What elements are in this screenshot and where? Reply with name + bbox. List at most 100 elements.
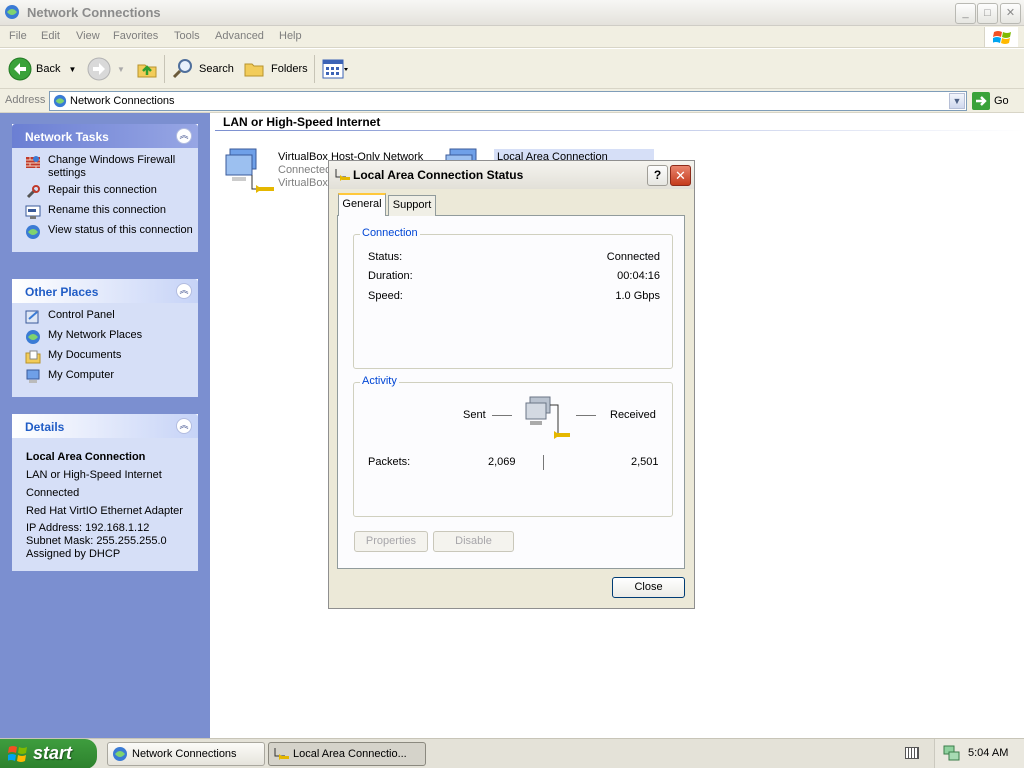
views-icon <box>322 59 348 79</box>
packets-sent-value: 2,069 <box>488 456 516 468</box>
taskbar: start Network Connections Local Area Con… <box>0 738 1024 768</box>
connection-legend: Connection <box>360 227 420 239</box>
status-label: Status: <box>368 251 403 263</box>
network-tasks-header[interactable]: Network Tasks ︽ <box>12 124 198 148</box>
details-type: LAN or High-Speed Internet <box>26 469 162 481</box>
speed-label: Speed: <box>368 290 403 302</box>
system-tray: 5:04 AM <box>934 739 1024 768</box>
lan-connection-icon <box>274 748 289 760</box>
network-tray-icon[interactable] <box>943 745 961 763</box>
other-places-panel: Other Places ︽ Control Panel My Network … <box>12 279 198 397</box>
forward-button[interactable]: ▼ <box>87 56 125 82</box>
duration-value: 00:04:16 <box>617 270 660 282</box>
go-label: Go <box>994 95 1009 107</box>
task-label: View status of this connection <box>48 224 193 236</box>
views-button[interactable] <box>322 56 348 82</box>
details-name: Local Area Connection <box>26 451 146 463</box>
windows-logo-icon <box>984 27 1018 47</box>
collapse-chevron-icon[interactable]: ︽ <box>176 418 192 434</box>
menu-edit[interactable]: Edit <box>41 30 60 42</box>
computer-icon <box>26 369 40 383</box>
close-button[interactable]: Close <box>612 577 685 598</box>
task-repair-connection[interactable]: Repair this connection <box>12 184 198 204</box>
address-bar: Address Network Connections ▼ Go <box>0 89 1024 113</box>
start-button[interactable]: start <box>0 739 97 768</box>
task-label: Change Windows Firewall settings <box>48 154 176 179</box>
details-header[interactable]: Details ︽ <box>12 414 198 438</box>
menu-bar: File Edit View Favorites Tools Advanced … <box>0 26 1024 48</box>
collapse-chevron-icon[interactable]: ︽ <box>176 128 192 144</box>
speed-value: 1.0 Gbps <box>615 290 660 302</box>
up-folder-button[interactable] <box>135 56 159 82</box>
close-window-button[interactable]: ✕ <box>1000 3 1021 24</box>
place-label: My Network Places <box>48 329 143 341</box>
place-my-network-places[interactable]: My Network Places <box>12 329 198 349</box>
firewall-icon <box>26 156 40 168</box>
details-title: Details <box>25 420 65 434</box>
window-title: Network Connections <box>27 5 161 20</box>
menu-help[interactable]: Help <box>279 30 302 42</box>
task-rename-connection[interactable]: Rename this connection <box>12 204 198 224</box>
search-label: Search <box>199 63 234 75</box>
back-button[interactable]: Back ▼ <box>8 56 76 82</box>
go-button[interactable]: Go <box>972 92 1009 110</box>
other-places-header[interactable]: Other Places ︽ <box>12 279 198 303</box>
search-button[interactable]: Search <box>171 56 234 82</box>
details-ip: IP Address: 192.168.1.12 <box>26 522 150 534</box>
menu-favorites[interactable]: Favorites <box>113 30 158 42</box>
address-input[interactable]: Network Connections ▼ <box>49 91 967 111</box>
keyboard-icon[interactable] <box>905 747 919 759</box>
task-change-firewall[interactable]: Change Windows Firewall settings <box>12 154 198 180</box>
address-dropdown-icon[interactable]: ▼ <box>949 93 965 109</box>
window-titlebar[interactable]: Network Connections _ □ ✕ <box>0 0 1024 26</box>
section-divider <box>215 130 1024 131</box>
properties-button[interactable]: Properties <box>354 531 428 552</box>
minimize-button[interactable]: _ <box>955 3 976 24</box>
details-panel: Details ︽ Local Area Connection LAN or H… <box>12 414 198 571</box>
menu-advanced[interactable]: Advanced <box>215 30 264 42</box>
network-tasks-panel: Network Tasks ︽ Change Windows Firewall … <box>12 124 198 252</box>
menu-view[interactable]: View <box>76 30 100 42</box>
place-control-panel[interactable]: Control Panel <box>12 309 198 329</box>
packets-label: Packets: <box>368 456 411 468</box>
help-button[interactable]: ? <box>647 165 668 186</box>
duration-label: Duration: <box>368 270 413 282</box>
search-icon <box>172 59 192 79</box>
taskbar-local-area-connection[interactable]: Local Area Connectio... <box>268 742 426 766</box>
clock[interactable]: 5:04 AM <box>968 747 1008 759</box>
disable-button[interactable]: Disable <box>433 531 514 552</box>
activity-computers-icon <box>525 396 570 439</box>
start-label: start <box>33 743 73 763</box>
place-my-computer[interactable]: My Computer <box>12 369 198 389</box>
dialog-titlebar[interactable]: Local Area Connection Status ? ✕ <box>329 161 694 189</box>
collapse-chevron-icon[interactable]: ︽ <box>176 283 192 299</box>
received-line <box>576 415 596 416</box>
section-heading: LAN or High-Speed Internet <box>223 115 381 129</box>
lan-connection-icon <box>335 169 350 181</box>
tab-support[interactable]: Support <box>388 195 436 216</box>
status-icon <box>26 225 40 239</box>
dialog-close-x-button[interactable]: ✕ <box>670 165 691 186</box>
address-value: Network Connections <box>70 95 175 107</box>
taskbar-network-connections[interactable]: Network Connections <box>107 742 265 766</box>
connection-groupbox: Connection Status: Connected Duration: 0… <box>353 227 673 369</box>
details-adapter: Red Hat VirtIO Ethernet Adapter <box>26 505 183 517</box>
menu-tools[interactable]: Tools <box>174 30 200 42</box>
details-assigned: Assigned by DHCP <box>26 548 121 560</box>
windows-logo-icon <box>8 746 27 762</box>
tab-general[interactable]: General <box>338 193 386 216</box>
folders-button[interactable]: Folders <box>243 56 308 82</box>
back-dropdown-icon[interactable]: ▼ <box>68 65 76 74</box>
task-label: Repair this connection <box>48 184 157 196</box>
duration-row: Duration: 00:04:16 <box>368 270 660 282</box>
forward-dropdown-icon: ▼ <box>117 64 125 74</box>
place-my-documents[interactable]: My Documents <box>12 349 198 369</box>
packets-divider <box>543 455 544 470</box>
task-view-status[interactable]: View status of this connection <box>12 224 198 244</box>
documents-icon <box>25 350 41 364</box>
task-pane: Network Tasks ︽ Change Windows Firewall … <box>0 113 210 738</box>
maximize-button[interactable]: □ <box>977 3 998 24</box>
rename-icon <box>25 205 41 219</box>
menu-file[interactable]: File <box>9 30 27 42</box>
status-row: Status: Connected <box>368 251 660 263</box>
